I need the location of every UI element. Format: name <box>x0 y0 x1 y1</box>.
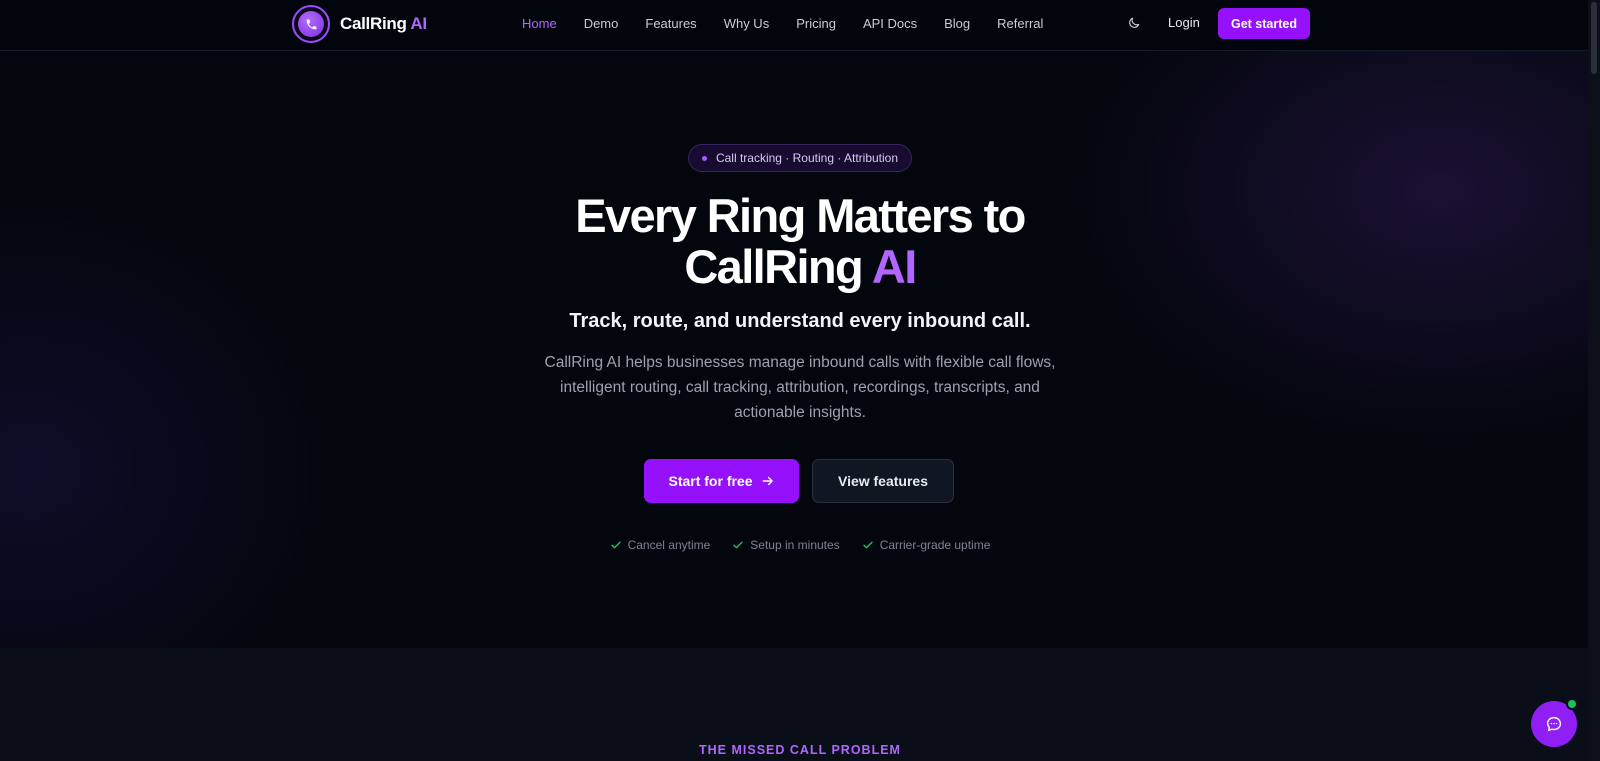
nav-link-why-us[interactable]: Why Us <box>724 16 770 31</box>
nav-link-blog[interactable]: Blog <box>944 16 970 31</box>
hero-description: CallRing AI helps businesses manage inbo… <box>544 354 1056 421</box>
hero-background <box>0 50 1600 648</box>
start-for-free-button[interactable]: Start for free <box>644 459 799 503</box>
nav-link-features[interactable]: Features <box>645 16 696 31</box>
brand-name-text: CallRing <box>340 14 407 33</box>
headline-line-1: Every Ring Matters to <box>575 189 1026 242</box>
nav-link-home[interactable]: Home <box>522 16 557 31</box>
headline-line-2: CallRing <box>684 240 863 293</box>
hero-badge: Call tracking · Routing · Attribution <box>688 144 912 172</box>
nav-link-api-docs[interactable]: API Docs <box>863 16 917 31</box>
hero-subheadline: Track, route, and understand every inbou… <box>569 310 1031 332</box>
scrollbar-thumb[interactable] <box>1591 2 1597 74</box>
logo-mark <box>292 5 330 43</box>
check-item-uptime: Carrier-grade uptime <box>862 538 991 552</box>
hero-checks: Cancel anytime Setup in minutes Carrier-… <box>0 538 1600 552</box>
navbar: CallRing AI Home Demo Features Why Us Pr… <box>0 0 1600 51</box>
start-for-free-label: Start for free <box>668 473 753 489</box>
section-label-missed-call: THE MISSED CALL PROBLEM <box>699 743 901 757</box>
check-label: Setup in minutes <box>750 538 840 552</box>
check-icon <box>610 541 621 549</box>
page: CallRing AI Home Demo Features Why Us Pr… <box>0 0 1600 761</box>
online-status-dot <box>1566 698 1578 710</box>
check-icon <box>733 541 743 549</box>
moon-icon[interactable] <box>1125 14 1143 32</box>
nav-link-pricing[interactable]: Pricing <box>796 16 836 31</box>
nav-link-demo[interactable]: Demo <box>584 16 619 31</box>
nav-link-referral[interactable]: Referral <box>997 16 1043 31</box>
phone-icon <box>298 11 324 37</box>
check-item-cancel: Cancel anytime <box>610 538 711 552</box>
scrollbar[interactable] <box>1588 0 1600 761</box>
arrow-right-icon <box>762 476 773 486</box>
view-features-button[interactable]: View features <box>812 459 954 503</box>
badge-dot <box>701 155 707 161</box>
get-started-button[interactable]: Get started <box>1218 8 1310 39</box>
check-label: Carrier-grade uptime <box>879 538 991 552</box>
headline-accent: AI <box>871 240 917 293</box>
chat-icon <box>1546 716 1562 732</box>
check-item-setup: Setup in minutes <box>732 538 840 552</box>
brand-logo[interactable]: CallRing AI <box>292 2 427 46</box>
hero-headline: Every Ring Matters to CallRing AI <box>500 190 1100 292</box>
brand-name-accent: AI <box>410 14 427 33</box>
main-nav: Home Demo Features Why Us Pricing API Do… <box>522 0 1070 46</box>
hero-badge-text: Call tracking · Routing · Attribution <box>715 151 899 165</box>
check-icon <box>863 541 873 549</box>
check-label: Cancel anytime <box>627 538 711 552</box>
login-link[interactable]: Login <box>1168 15 1200 30</box>
brand-name: CallRing AI <box>340 14 427 34</box>
